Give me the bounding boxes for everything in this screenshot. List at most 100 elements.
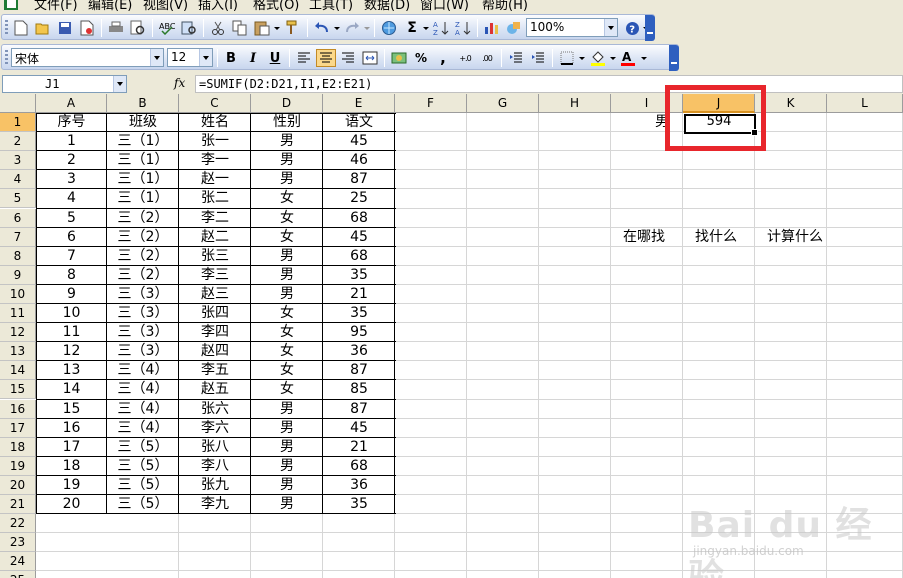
table-cell[interactable]: 男: [251, 132, 323, 151]
row-header-3[interactable]: 3: [0, 151, 36, 171]
row-header-18[interactable]: 18: [0, 437, 36, 457]
table-cell[interactable]: 18: [36, 457, 107, 476]
table-cell[interactable]: 68: [323, 209, 395, 228]
table-cell[interactable]: 三（2）: [107, 228, 179, 247]
table-cell[interactable]: 三（4）: [107, 380, 179, 399]
table-cell[interactable]: 7: [36, 247, 107, 266]
table-cell[interactable]: 李四: [179, 323, 251, 342]
table-cell[interactable]: 5: [36, 209, 107, 228]
autosum-dropdown-icon[interactable]: [423, 27, 429, 30]
decrease-decimal-button[interactable]: .00: [477, 49, 497, 67]
table-cell[interactable]: 女: [251, 342, 323, 361]
table-cell[interactable]: 3: [36, 170, 107, 189]
table-cell[interactable]: 三（5）: [107, 495, 179, 514]
fill-color-dropdown-icon[interactable]: [610, 57, 616, 60]
hyperlink-icon[interactable]: [379, 19, 399, 37]
redo-dropdown-icon[interactable]: [364, 27, 370, 30]
row-header-20[interactable]: 20: [0, 475, 36, 495]
table-cell[interactable]: 21: [323, 285, 395, 304]
formula-input[interactable]: =SUMIF(D2:D21,I1,E2:E21): [195, 75, 903, 93]
table-cell[interactable]: 1: [36, 132, 107, 151]
table-cell[interactable]: 46: [323, 151, 395, 170]
format-painter-icon[interactable]: [282, 19, 302, 37]
table-cell[interactable]: 赵三: [179, 285, 251, 304]
table-cell[interactable]: 15: [36, 400, 107, 419]
chevron-down-icon[interactable]: [150, 49, 163, 66]
paste-icon[interactable]: [252, 19, 272, 37]
table-cell[interactable]: 三（3）: [107, 285, 179, 304]
table-cell[interactable]: 87: [323, 361, 395, 380]
table-cell[interactable]: 三（2）: [107, 209, 179, 228]
table-cell[interactable]: 李一: [179, 151, 251, 170]
table-cell[interactable]: 男: [251, 247, 323, 266]
underline-button[interactable]: U: [265, 49, 285, 67]
table-cell[interactable]: 17: [36, 438, 107, 457]
table-cell[interactable]: 三（2）: [107, 266, 179, 285]
cell-I7[interactable]: 在哪找: [611, 228, 665, 247]
font-size-select[interactable]: 12: [167, 48, 213, 67]
column-header-C[interactable]: C: [179, 94, 251, 113]
menu-tools[interactable]: 工具(T): [309, 0, 353, 12]
table-cell[interactable]: 三（4）: [107, 419, 179, 438]
table-cell[interactable]: 4: [36, 189, 107, 208]
chevron-down-icon[interactable]: [604, 19, 617, 36]
print-preview-icon[interactable]: [128, 19, 148, 37]
table-cell[interactable]: 赵一: [179, 170, 251, 189]
table-cell[interactable]: 张四: [179, 304, 251, 323]
name-box[interactable]: J1: [2, 75, 127, 93]
menu-view[interactable]: 视图(V): [143, 0, 188, 12]
column-header-G[interactable]: G: [467, 94, 539, 113]
table-cell[interactable]: 95: [323, 323, 395, 342]
table-cell[interactable]: 21: [323, 438, 395, 457]
table-cell[interactable]: 8: [36, 266, 107, 285]
row-header-8[interactable]: 8: [0, 246, 36, 266]
table-cell[interactable]: 赵二: [179, 228, 251, 247]
table-cell[interactable]: 36: [323, 342, 395, 361]
insert-function-icon[interactable]: fx: [174, 76, 185, 90]
table-cell[interactable]: 李二: [179, 209, 251, 228]
fill-color-icon[interactable]: [588, 49, 608, 67]
table-cell[interactable]: 李五: [179, 361, 251, 380]
row-header-21[interactable]: 21: [0, 495, 36, 515]
paste-dropdown-icon[interactable]: [274, 27, 280, 30]
table-cell[interactable]: 三（1）: [107, 132, 179, 151]
align-right-icon[interactable]: [338, 49, 358, 67]
table-cell[interactable]: 35: [323, 304, 395, 323]
save-icon[interactable]: [55, 19, 75, 37]
table-cell[interactable]: 6: [36, 228, 107, 247]
table-cell[interactable]: 女: [251, 323, 323, 342]
table-cell[interactable]: 女: [251, 380, 323, 399]
row-header-16[interactable]: 16: [0, 399, 36, 419]
borders-icon[interactable]: [557, 49, 577, 67]
table-cell[interactable]: 赵四: [179, 342, 251, 361]
table-cell[interactable]: 赵五: [179, 380, 251, 399]
undo-dropdown-icon[interactable]: [334, 27, 340, 30]
table-cell[interactable]: 女: [251, 228, 323, 247]
table-header-cell[interactable]: 语文: [323, 113, 395, 132]
table-cell[interactable]: 2: [36, 151, 107, 170]
research-icon[interactable]: [179, 19, 199, 37]
table-cell[interactable]: 男: [251, 400, 323, 419]
table-cell[interactable]: 36: [323, 476, 395, 495]
row-header-10[interactable]: 10: [0, 284, 36, 304]
spreadsheet-grid[interactable]: ABCDEFGHIJKL 1 2 3 4 5 6 7 8 9 10 11 12 13 14 15 16 17 18…: [0, 94, 903, 578]
table-cell[interactable]: 三（1）: [107, 170, 179, 189]
row-header-19[interactable]: 19: [0, 456, 36, 476]
drawing-icon[interactable]: [504, 19, 524, 37]
table-cell[interactable]: 三（2）: [107, 247, 179, 266]
undo-icon[interactable]: [312, 19, 332, 37]
table-cell[interactable]: 45: [323, 132, 395, 151]
table-cell[interactable]: 20: [36, 495, 107, 514]
bold-button[interactable]: B: [221, 49, 241, 67]
sort-descending-icon[interactable]: ZA: [453, 19, 473, 37]
table-cell[interactable]: 三（3）: [107, 304, 179, 323]
toolbar-grip[interactable]: [5, 50, 8, 66]
table-cell[interactable]: 三（4）: [107, 400, 179, 419]
chart-wizard-icon[interactable]: [482, 19, 502, 37]
table-cell[interactable]: 87: [323, 400, 395, 419]
cut-icon[interactable]: [208, 19, 228, 37]
table-cell[interactable]: 张九: [179, 476, 251, 495]
row-header-5[interactable]: 5: [0, 189, 36, 209]
column-header-B[interactable]: B: [107, 94, 179, 113]
comma-style-button[interactable]: ,: [433, 49, 453, 67]
